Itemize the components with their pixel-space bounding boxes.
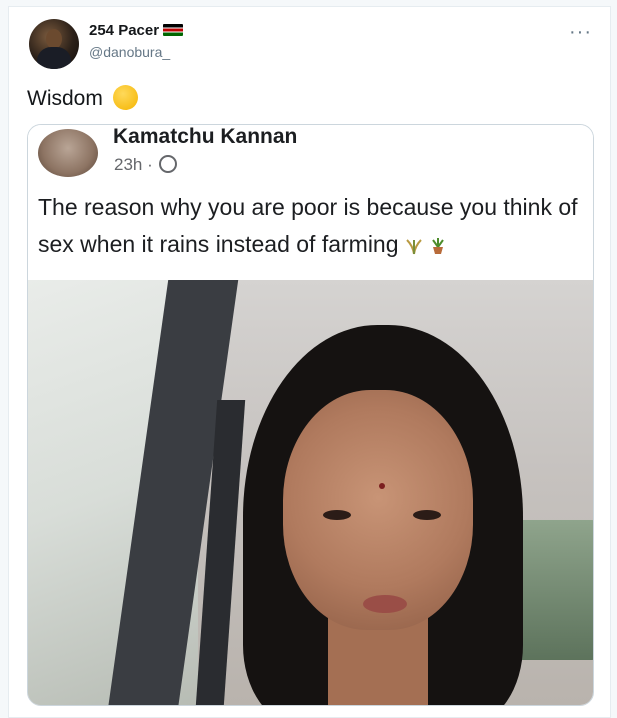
facebook-post-time: 23h · bbox=[114, 154, 178, 175]
tweet-text-content: Wisdom bbox=[27, 87, 103, 111]
facebook-avatar bbox=[38, 129, 98, 177]
bindi-mark bbox=[379, 483, 385, 489]
more-options-icon[interactable]: ··· bbox=[569, 21, 592, 44]
sheaf-of-rice-emoji bbox=[406, 239, 422, 255]
facebook-time-text: 23h · bbox=[114, 155, 153, 174]
thinking-face-emoji bbox=[112, 85, 138, 110]
user-handle[interactable]: @danobura_ bbox=[89, 44, 170, 60]
user-avatar[interactable] bbox=[29, 19, 79, 69]
facebook-post-header: Kamatchu Kannan 23h · The reason why you… bbox=[28, 125, 593, 280]
kenya-flag-icon bbox=[163, 24, 184, 37]
tweet-card[interactable]: 254 Pacer @danobura_ ··· Wisdom Kamatchu… bbox=[8, 6, 611, 718]
right-eye bbox=[413, 510, 441, 520]
face-shape bbox=[283, 390, 473, 630]
avatar-shirt bbox=[37, 47, 71, 69]
facebook-post-text: The reason why you are poor is because y… bbox=[38, 189, 583, 263]
selfie-photo bbox=[28, 280, 593, 705]
facebook-author-name: Kamatchu Kannan bbox=[113, 125, 298, 148]
lips-shape bbox=[363, 595, 407, 613]
display-name-text: 254 Pacer bbox=[89, 22, 160, 39]
display-name[interactable]: 254 Pacer bbox=[89, 22, 184, 39]
facebook-post-text-content: The reason why you are poor is because y… bbox=[38, 194, 578, 257]
avatar-face bbox=[46, 29, 62, 49]
left-eye bbox=[323, 510, 351, 520]
globe-icon bbox=[159, 154, 178, 173]
potted-plant-emoji bbox=[432, 237, 445, 254]
tweet-text: Wisdom bbox=[27, 85, 138, 112]
embedded-image[interactable]: Kamatchu Kannan 23h · The reason why you… bbox=[27, 124, 594, 706]
